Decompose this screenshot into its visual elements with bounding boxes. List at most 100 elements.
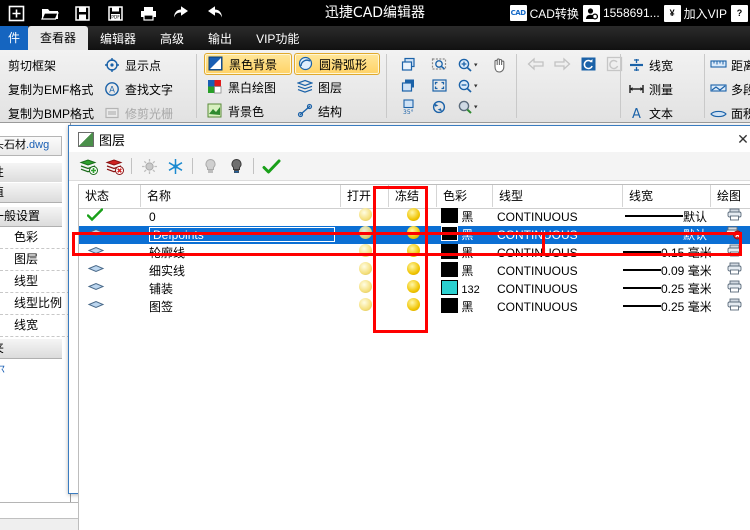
row-freeze-icon[interactable] bbox=[389, 262, 437, 280]
help-button[interactable]: ? bbox=[731, 0, 748, 26]
tab-advanced[interactable]: 高级 bbox=[148, 28, 196, 50]
panel-row-misc[interactable]: 尔 bbox=[0, 360, 64, 380]
ribbon-group-clipboard[interactable]: 剪切框架 复制为EMF格式 复制为BMP格式 bbox=[4, 50, 100, 122]
ribbon-lineweight[interactable]: 线宽 bbox=[628, 53, 700, 77]
ribbon-group-layers[interactable]: 圆滑弧形 图层 结构 bbox=[294, 50, 380, 122]
row-freeze-icon[interactable] bbox=[389, 298, 437, 316]
forward-arrow-icon[interactable] bbox=[552, 54, 572, 74]
account-button[interactable]: 1558691... bbox=[582, 0, 660, 26]
row-name[interactable]: 轮廓线 bbox=[149, 244, 339, 262]
color-swatch[interactable] bbox=[441, 226, 458, 241]
cad-convert-button[interactable]: CAD CAD转换 bbox=[509, 0, 579, 26]
row-lineweight[interactable]: 默认 bbox=[623, 208, 711, 226]
back-arrow-icon[interactable] bbox=[526, 54, 546, 74]
apply-check-icon[interactable] bbox=[258, 153, 284, 179]
row-linetype[interactable]: CONTINUOUS bbox=[497, 262, 623, 280]
ribbon-smooth-arc[interactable]: 圆滑弧形 bbox=[294, 53, 380, 75]
ribbon-distance[interactable]: 距离 bbox=[710, 53, 750, 77]
ribbon-group-zoom[interactable]: 35° bbox=[394, 50, 516, 122]
table-row[interactable]: Defpoints 黑 CONTINUOUS 默认 bbox=[79, 226, 750, 244]
tab-viewer[interactable]: 查看器 bbox=[28, 26, 89, 50]
row-open-icon[interactable] bbox=[341, 262, 389, 280]
row-plot-icon[interactable] bbox=[711, 226, 750, 244]
panel-row-linetype-scale[interactable]: 线型比例 bbox=[0, 292, 70, 315]
col-header-freeze[interactable]: 冻结 bbox=[389, 185, 437, 207]
table-row[interactable]: 细实线 黑 CONTINUOUS 0.09 毫米 bbox=[79, 262, 750, 280]
row-color[interactable]: 黑 bbox=[441, 226, 493, 244]
tab-editor[interactable]: 编辑器 bbox=[88, 28, 148, 50]
ribbon-show-points[interactable]: 显示点 bbox=[104, 53, 192, 77]
dialog-title-bar[interactable]: 图层 ✕ bbox=[69, 126, 750, 152]
zoom-previous-icon[interactable] bbox=[424, 96, 454, 117]
row-freeze-icon[interactable] bbox=[389, 280, 437, 298]
ribbon-group-navigation[interactable] bbox=[524, 50, 622, 122]
table-row[interactable]: 铺装 132 CONTINUOUS 0.25 毫米 bbox=[79, 280, 750, 298]
color-swatch[interactable] bbox=[441, 262, 458, 277]
row-lineweight[interactable]: 0.25 毫米 bbox=[623, 280, 711, 298]
tab-output[interactable]: 输出 bbox=[196, 28, 244, 50]
row-linetype[interactable]: CONTINUOUS bbox=[497, 208, 623, 226]
row-status-icon[interactable] bbox=[87, 262, 127, 280]
row-name[interactable]: 图签 bbox=[149, 298, 339, 316]
ribbon-background-color[interactable]: 背景色 bbox=[204, 99, 292, 123]
freeze-icon[interactable] bbox=[162, 153, 188, 179]
on-bulb-icon[interactable] bbox=[223, 153, 249, 179]
close-icon[interactable]: ✕ bbox=[731, 129, 750, 149]
window-zoom-icon[interactable] bbox=[394, 54, 424, 75]
row-lineweight[interactable]: 默认 bbox=[623, 226, 711, 244]
color-swatch[interactable] bbox=[441, 298, 458, 313]
col-header-status[interactable]: 状态 bbox=[79, 185, 141, 207]
ribbon-measure[interactable]: 测量 bbox=[628, 77, 700, 101]
row-status-icon[interactable] bbox=[87, 208, 127, 226]
row-status-icon[interactable] bbox=[87, 280, 127, 298]
ribbon-layers[interactable]: 图层 bbox=[294, 75, 380, 99]
ribbon-trim-raster[interactable]: 修剪光栅 bbox=[104, 101, 192, 125]
ribbon-copy-emf[interactable]: 复制为EMF格式 bbox=[4, 77, 100, 101]
ribbon-area[interactable]: 面积 bbox=[710, 101, 750, 125]
copy-window-icon[interactable] bbox=[394, 75, 424, 96]
row-color[interactable]: 黑 bbox=[441, 244, 493, 262]
row-color[interactable]: 132 bbox=[441, 280, 493, 298]
row-name[interactable]: 细实线 bbox=[149, 262, 339, 280]
layer-name-input[interactable]: Defpoints bbox=[149, 227, 335, 242]
color-swatch[interactable] bbox=[441, 244, 458, 259]
menu-file-button[interactable]: 件 bbox=[0, 26, 28, 50]
new-layer-icon[interactable] bbox=[75, 153, 101, 179]
row-linetype[interactable]: CONTINUOUS bbox=[497, 244, 623, 262]
row-lineweight[interactable]: 0.15 毫米 bbox=[623, 244, 711, 262]
table-row[interactable]: 图签 黑 CONTINUOUS 0.25 毫米 bbox=[79, 298, 750, 316]
panel-row-lineweight[interactable]: 线宽 bbox=[0, 314, 70, 337]
col-header-lineweight[interactable]: 线宽 bbox=[623, 185, 711, 207]
pan-hand-icon[interactable] bbox=[484, 54, 514, 75]
row-linetype[interactable]: CONTINUOUS bbox=[497, 298, 623, 316]
zoom-extents-icon[interactable] bbox=[424, 75, 454, 96]
row-open-icon[interactable] bbox=[341, 226, 389, 244]
ribbon-group-display[interactable]: 显示点 A 查找文字 修剪光栅 bbox=[104, 50, 192, 122]
panel-row-property[interactable]: 性 bbox=[0, 162, 62, 183]
ribbon-copy-bmp[interactable]: 复制为BMP格式 bbox=[4, 101, 100, 125]
ribbon-toolbar[interactable]: 剪切框架 复制为EMF格式 复制为BMP格式 显示点 A 查找文字 修剪光栅 黑… bbox=[0, 50, 750, 123]
col-header-plot[interactable]: 绘图 bbox=[711, 185, 750, 207]
row-open-icon[interactable] bbox=[341, 244, 389, 262]
restore-icon[interactable] bbox=[604, 54, 624, 74]
tab-vip[interactable]: VIP功能 bbox=[244, 28, 311, 50]
row-status-icon[interactable] bbox=[87, 226, 127, 244]
panel-row-value[interactable]: 值 bbox=[0, 182, 62, 203]
col-header-name[interactable]: 名称 bbox=[141, 185, 341, 207]
ribbon-polyline[interactable]: 多段线 bbox=[710, 77, 750, 101]
row-status-icon[interactable] bbox=[87, 298, 127, 316]
panel-row-general[interactable]: 一般设置 bbox=[0, 206, 62, 227]
off-bulb-icon[interactable] bbox=[197, 153, 223, 179]
row-lineweight[interactable]: 0.25 毫米 bbox=[623, 298, 711, 316]
row-open-icon[interactable] bbox=[341, 280, 389, 298]
ribbon-text[interactable]: A 文本 bbox=[628, 101, 700, 125]
row-linetype[interactable]: CONTINUOUS bbox=[497, 280, 623, 298]
thaw-all-icon[interactable] bbox=[136, 153, 162, 179]
row-linetype[interactable]: CONTINUOUS bbox=[497, 226, 623, 244]
menu-bar[interactable]: 件 查看器 编辑器 高级 输出 VIP功能 bbox=[0, 26, 750, 50]
row-color[interactable]: 黑 bbox=[441, 208, 493, 226]
row-lineweight[interactable]: 0.09 毫米 bbox=[623, 262, 711, 280]
row-plot-icon[interactable] bbox=[711, 208, 750, 226]
row-freeze-icon[interactable] bbox=[389, 226, 437, 244]
layer-dialog[interactable]: 图层 ✕ 状态 名称 打开 冻结 色彩 线型 线宽 绘图 0 黑 CONTINU… bbox=[68, 125, 750, 530]
